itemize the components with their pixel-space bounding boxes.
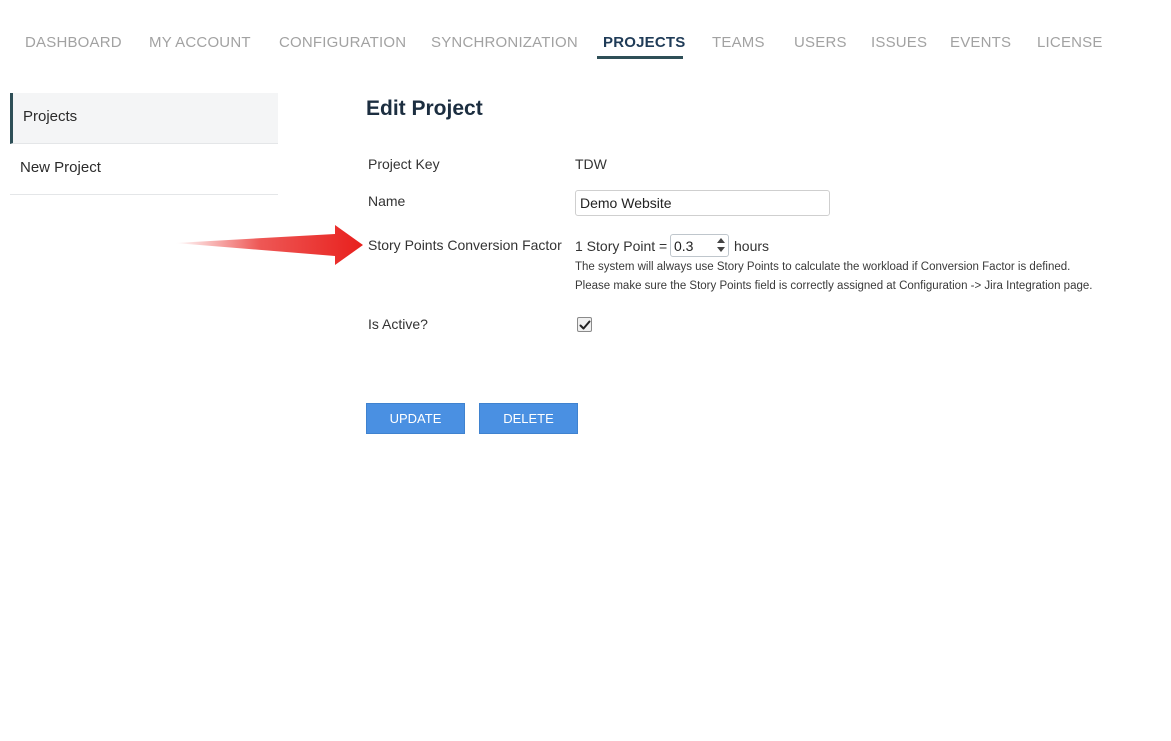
spin-up-icon[interactable] — [717, 238, 725, 243]
conversion-hint-line-1: The system will always use Story Points … — [575, 261, 1071, 273]
name-input[interactable] — [575, 190, 830, 216]
delete-button[interactable]: DELETE — [479, 403, 578, 434]
nav-dashboard[interactable]: DASHBOARD — [25, 34, 122, 51]
sidebar-item-label: Projects — [23, 108, 78, 125]
sidebar: Projects New Project — [10, 93, 278, 195]
name-label: Name — [368, 193, 406, 209]
nav-configuration[interactable]: CONFIGURATION — [279, 34, 406, 51]
is-active-checkbox[interactable] — [577, 317, 592, 332]
spinner-control[interactable] — [716, 237, 726, 254]
nav-license[interactable]: LICENSE — [1037, 34, 1103, 51]
update-button[interactable]: UPDATE — [366, 403, 465, 434]
is-active-label: Is Active? — [368, 316, 428, 332]
annotation-arrow-icon — [175, 225, 363, 265]
story-points-conversion-label: Story Points Conversion Factor — [368, 237, 562, 253]
nav-my-account[interactable]: MY ACCOUNT — [149, 34, 251, 51]
top-navigation: DASHBOARD MY ACCOUNT CONFIGURATION SYNCH… — [0, 0, 1171, 60]
checkmark-icon — [579, 320, 591, 330]
project-key-label: Project Key — [368, 156, 440, 172]
nav-events[interactable]: EVENTS — [950, 34, 1011, 51]
nav-synchronization[interactable]: SYNCHRONIZATION — [431, 34, 578, 51]
sidebar-item-label: New Project — [20, 159, 101, 176]
nav-teams[interactable]: TEAMS — [712, 34, 765, 51]
nav-issues[interactable]: ISSUES — [871, 34, 927, 51]
nav-projects[interactable]: PROJECTS — [603, 34, 685, 51]
conversion-hint-line-2: Please make sure the Story Points field … — [575, 280, 1093, 292]
hours-unit-label: hours — [734, 238, 770, 254]
conversion-factor-stepper[interactable] — [670, 234, 729, 257]
spin-down-icon[interactable] — [717, 247, 725, 252]
nav-users[interactable]: USERS — [794, 34, 847, 51]
project-key-value: TDW — [575, 156, 607, 172]
page-title: Edit Project — [366, 97, 483, 120]
story-point-prefix: 1 Story Point = — [575, 238, 668, 254]
sidebar-item-projects[interactable]: Projects — [10, 93, 278, 144]
nav-active-indicator — [597, 56, 683, 59]
conversion-factor-input[interactable] — [671, 235, 715, 256]
sidebar-item-new-project[interactable]: New Project — [10, 144, 278, 195]
